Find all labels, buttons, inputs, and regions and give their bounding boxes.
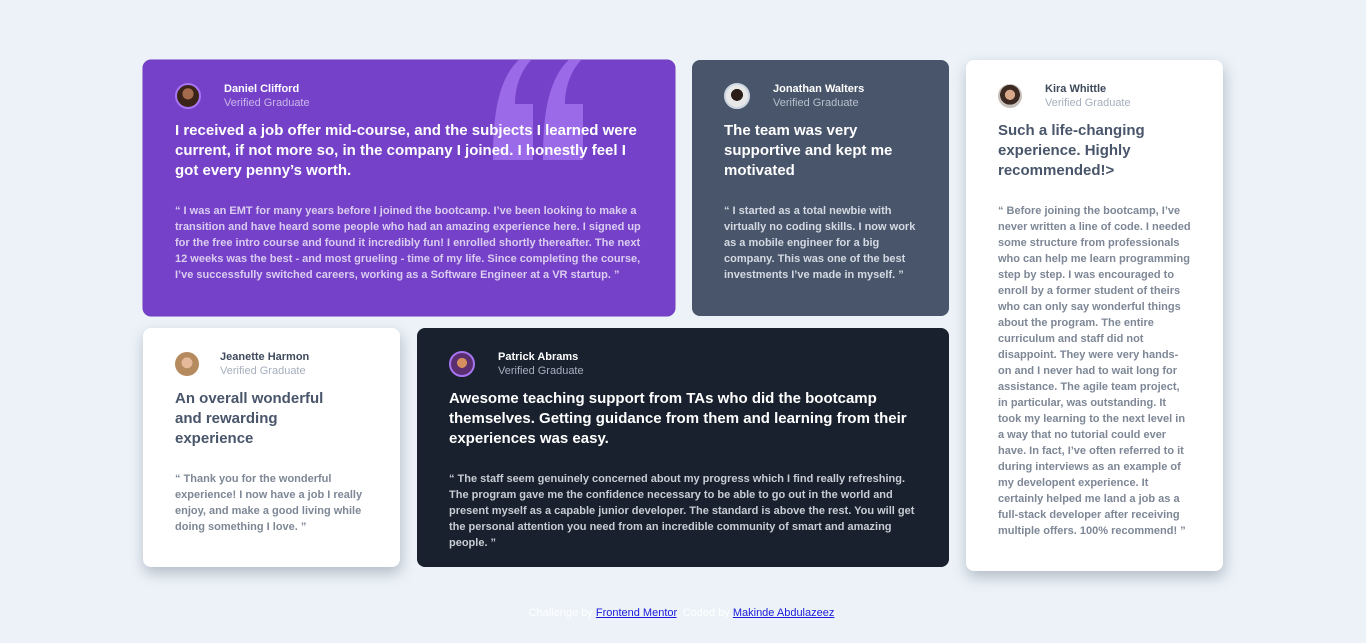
author-role: Verified Graduate — [224, 97, 310, 109]
author-role: Verified Graduate — [773, 97, 859, 109]
frontend-mentor-link[interactable]: Frontend Mentor — [596, 607, 677, 619]
testimonial-headline: Such a life-changing experience. Highly … — [998, 122, 1145, 179]
author-header: Jeanette Harmon Verified Graduate — [175, 349, 368, 379]
testimonial-quote: “ The staff seem genuinely concerned abo… — [449, 473, 915, 549]
testimonial-quote: “ I was an EMT for many years before I j… — [175, 205, 641, 281]
author-role: Verified Graduate — [220, 365, 306, 377]
attribution-footer: Challenge by Frontend Mentor. Coded by M… — [528, 607, 838, 619]
avatar — [175, 83, 201, 109]
avatar — [998, 84, 1022, 108]
testimonial-card-jonathan: Jonathan Walters Verified Graduate The t… — [692, 60, 949, 316]
author-header: Patrick Abrams Verified Graduate — [449, 349, 917, 379]
author-header: Kira Whittle Verified Graduate — [998, 81, 1191, 111]
author-link[interactable]: Makinde Abdulazeez — [733, 607, 835, 619]
avatar — [175, 352, 199, 376]
testimonial-headline: An overall wonderful and rewarding exper… — [175, 390, 324, 447]
author-name: Jonathan Walters — [773, 83, 865, 95]
testimonial-quote: “ I started as a total newbie with virtu… — [724, 205, 916, 281]
author-name: Patrick Abrams — [498, 351, 579, 363]
testimonial-quote: “ Thank you for the wonderful experience… — [175, 473, 363, 533]
author-name: Daniel Clifford — [224, 83, 300, 95]
author-header: Daniel Clifford Verified Graduate — [175, 81, 643, 111]
testimonial-headline: I received a job offer mid-course, and t… — [175, 122, 637, 179]
author-role: Verified Graduate — [498, 365, 584, 377]
testimonial-card-daniel: Daniel Clifford Verified Graduate I rece… — [143, 60, 675, 316]
testimonial-headline: Awesome teaching support from TAs who di… — [449, 390, 907, 447]
testimonial-headline: The team was very supportive and kept me… — [724, 122, 893, 179]
testimonial-card-patrick: Patrick Abrams Verified Graduate Awesome… — [417, 328, 949, 567]
coded-by-text: Coded by — [682, 607, 730, 619]
author-name: Jeanette Harmon — [220, 351, 310, 363]
author-name: Kira Whittle — [1045, 83, 1107, 95]
testimonial-card-jeanette: Jeanette Harmon Verified Graduate An ove… — [143, 328, 400, 567]
avatar — [724, 83, 750, 109]
testimonial-card-kira: Kira Whittle Verified Graduate Such a li… — [966, 60, 1223, 571]
author-role: Verified Graduate — [1045, 97, 1131, 109]
author-header: Jonathan Walters Verified Graduate — [724, 81, 917, 111]
challenge-text: Challenge by — [528, 607, 593, 619]
testimonial-quote: “ Before joining the bootcamp, I’ve neve… — [998, 205, 1191, 537]
avatar — [449, 351, 475, 377]
